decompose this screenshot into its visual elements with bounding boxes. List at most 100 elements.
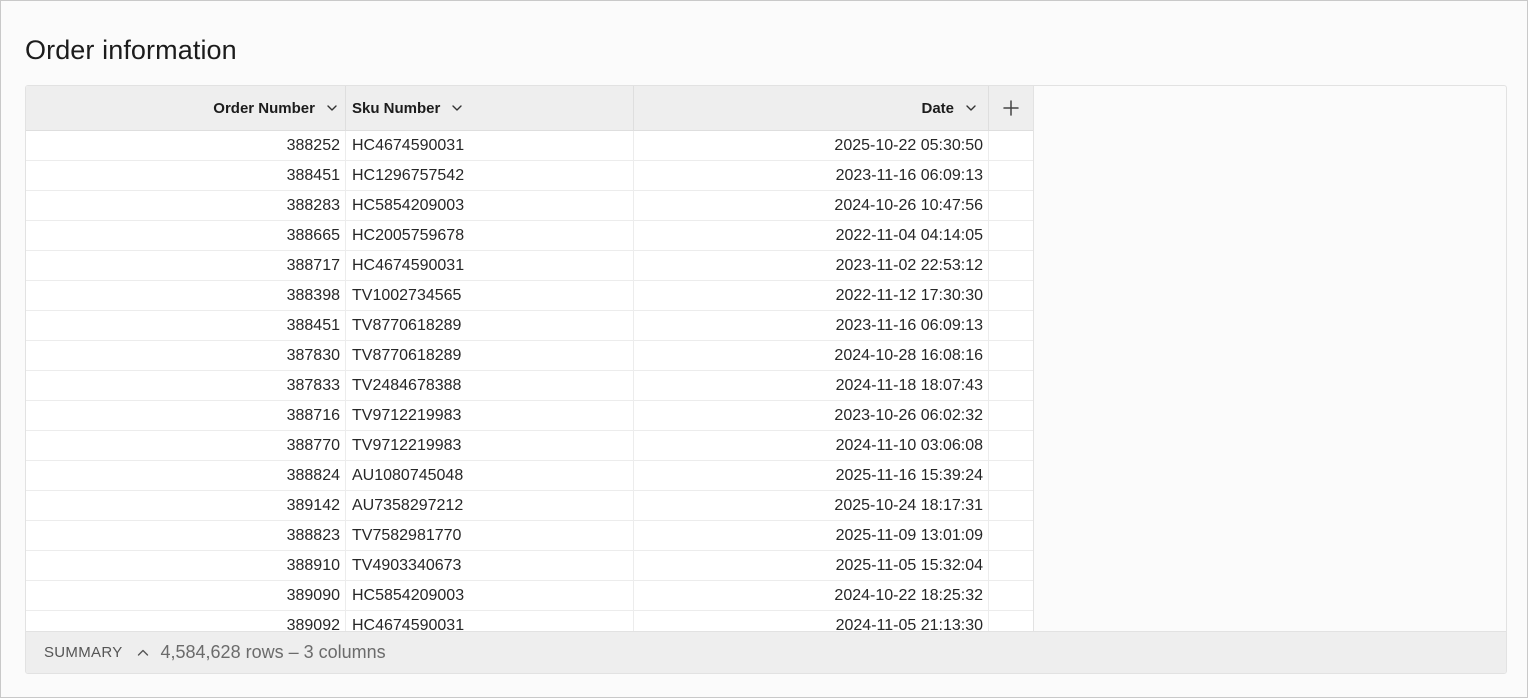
- date-cell[interactable]: 2022-11-12 17:30:30: [634, 281, 989, 311]
- date-cell[interactable]: 2024-10-26 10:47:56: [634, 191, 989, 221]
- empty-cell[interactable]: [989, 611, 1033, 631]
- date-cell[interactable]: 2025-11-16 15:39:24: [634, 461, 989, 491]
- table-row[interactable]: 388398 TV1002734565 2022-11-12 17:30:30: [26, 281, 1033, 311]
- table-row[interactable]: 388283 HC5854209003 2024-10-26 10:47:56: [26, 191, 1033, 221]
- empty-cell[interactable]: [989, 401, 1033, 431]
- order-number-cell[interactable]: 388717: [26, 251, 346, 281]
- empty-cell[interactable]: [989, 221, 1033, 251]
- table-row[interactable]: 388252 HC4674590031 2025-10-22 05:30:50: [26, 131, 1033, 161]
- table-row[interactable]: 388451 HC1296757542 2023-11-16 06:09:13: [26, 161, 1033, 191]
- sku-number-cell[interactable]: HC2005759678: [346, 221, 634, 251]
- order-number-cell[interactable]: 388824: [26, 461, 346, 491]
- date-cell[interactable]: 2024-10-22 18:25:32: [634, 581, 989, 611]
- chevron-down-icon[interactable]: [325, 101, 339, 115]
- empty-cell[interactable]: [989, 371, 1033, 401]
- workbook-element: Order information Order Number Sku Numbe…: [0, 0, 1528, 698]
- sku-number-cell[interactable]: HC1296757542: [346, 161, 634, 191]
- table-row[interactable]: 388665 HC2005759678 2022-11-04 04:14:05: [26, 221, 1033, 251]
- column-header-order-number[interactable]: Order Number: [26, 86, 346, 130]
- order-number-cell[interactable]: 388283: [26, 191, 346, 221]
- order-number-cell[interactable]: 388770: [26, 431, 346, 461]
- sku-number-cell[interactable]: HC5854209003: [346, 191, 634, 221]
- sku-number-cell[interactable]: HC4674590031: [346, 251, 634, 281]
- date-cell[interactable]: 2022-11-04 04:14:05: [634, 221, 989, 251]
- empty-cell[interactable]: [989, 251, 1033, 281]
- order-number-cell[interactable]: 389090: [26, 581, 346, 611]
- table-row[interactable]: 388770 TV9712219983 2024-11-10 03:06:08: [26, 431, 1033, 461]
- order-number-cell[interactable]: 388716: [26, 401, 346, 431]
- sku-number-cell[interactable]: TV7582981770: [346, 521, 634, 551]
- table-row[interactable]: 388451 TV8770618289 2023-11-16 06:09:13: [26, 311, 1033, 341]
- order-number-cell[interactable]: 387833: [26, 371, 346, 401]
- sku-number-cell[interactable]: HC4674590031: [346, 131, 634, 161]
- order-number-cell[interactable]: 388910: [26, 551, 346, 581]
- order-number-cell[interactable]: 388398: [26, 281, 346, 311]
- table-row[interactable]: 388716 TV9712219983 2023-10-26 06:02:32: [26, 401, 1033, 431]
- empty-cell[interactable]: [989, 131, 1033, 161]
- chevron-down-icon[interactable]: [450, 101, 464, 115]
- table-row[interactable]: 388910 TV4903340673 2025-11-05 15:32:04: [26, 551, 1033, 581]
- page-title: Order information: [25, 35, 237, 65]
- order-number-cell[interactable]: 388252: [26, 131, 346, 161]
- date-cell[interactable]: 2024-11-18 18:07:43: [634, 371, 989, 401]
- empty-cell[interactable]: [989, 281, 1033, 311]
- order-number-cell[interactable]: 389092: [26, 611, 346, 631]
- empty-cell[interactable]: [989, 161, 1033, 191]
- date-cell[interactable]: 2025-11-09 13:01:09: [634, 521, 989, 551]
- date-cell[interactable]: 2025-11-05 15:32:04: [634, 551, 989, 581]
- date-cell[interactable]: 2023-11-16 06:09:13: [634, 311, 989, 341]
- empty-cell[interactable]: [989, 581, 1033, 611]
- sku-number-cell[interactable]: HC4674590031: [346, 611, 634, 631]
- empty-cell[interactable]: [989, 341, 1033, 371]
- date-cell[interactable]: 2023-11-02 22:53:12: [634, 251, 989, 281]
- table-row[interactable]: 389090 HC5854209003 2024-10-22 18:25:32: [26, 581, 1033, 611]
- date-cell[interactable]: 2024-11-10 03:06:08: [634, 431, 989, 461]
- data-table: Order Number Sku Number Date 388252 HC46…: [25, 85, 1507, 674]
- add-column-button[interactable]: [989, 86, 1033, 130]
- sku-number-cell[interactable]: TV8770618289: [346, 311, 634, 341]
- table-row[interactable]: 389142 AU7358297212 2025-10-24 18:17:31: [26, 491, 1033, 521]
- order-number-cell[interactable]: 389142: [26, 491, 346, 521]
- table-row[interactable]: 387833 TV2484678388 2024-11-18 18:07:43: [26, 371, 1033, 401]
- date-cell[interactable]: 2025-10-24 18:17:31: [634, 491, 989, 521]
- table-row[interactable]: 387830 TV8770618289 2024-10-28 16:08:16: [26, 341, 1033, 371]
- order-number-cell[interactable]: 388451: [26, 311, 346, 341]
- empty-cell[interactable]: [989, 191, 1033, 221]
- table-row[interactable]: 389092 HC4674590031 2024-11-05 21:13:30: [26, 611, 1033, 631]
- empty-cell[interactable]: [989, 521, 1033, 551]
- table-header: Order Number Sku Number Date: [26, 86, 1033, 131]
- sku-number-cell[interactable]: AU1080745048: [346, 461, 634, 491]
- column-header-sku-number[interactable]: Sku Number: [346, 86, 634, 130]
- summary-bar: SUMMARY 4,584,628 rows – 3 columns: [26, 631, 1506, 673]
- date-cell[interactable]: 2024-11-05 21:13:30: [634, 611, 989, 631]
- sku-number-cell[interactable]: HC5854209003: [346, 581, 634, 611]
- order-number-cell[interactable]: 388665: [26, 221, 346, 251]
- table-row[interactable]: 388824 AU1080745048 2025-11-16 15:39:24: [26, 461, 1033, 491]
- sku-number-cell[interactable]: TV9712219983: [346, 431, 634, 461]
- chevron-up-icon[interactable]: [135, 645, 151, 661]
- table-row[interactable]: 388823 TV7582981770 2025-11-09 13:01:09: [26, 521, 1033, 551]
- order-number-cell[interactable]: 388823: [26, 521, 346, 551]
- table-grid: Order Number Sku Number Date 388252 HC46…: [26, 86, 1034, 631]
- date-cell[interactable]: 2025-10-22 05:30:50: [634, 131, 989, 161]
- sku-number-cell[interactable]: AU7358297212: [346, 491, 634, 521]
- sku-number-cell[interactable]: TV2484678388: [346, 371, 634, 401]
- empty-cell[interactable]: [989, 461, 1033, 491]
- date-cell[interactable]: 2023-10-26 06:02:32: [634, 401, 989, 431]
- sku-number-cell[interactable]: TV9712219983: [346, 401, 634, 431]
- date-cell[interactable]: 2024-10-28 16:08:16: [634, 341, 989, 371]
- table-row[interactable]: 388717 HC4674590031 2023-11-02 22:53:12: [26, 251, 1033, 281]
- empty-cell[interactable]: [989, 311, 1033, 341]
- column-header-label: Order Number: [213, 99, 315, 117]
- empty-cell[interactable]: [989, 551, 1033, 581]
- empty-cell[interactable]: [989, 491, 1033, 521]
- order-number-cell[interactable]: 387830: [26, 341, 346, 371]
- date-cell[interactable]: 2023-11-16 06:09:13: [634, 161, 989, 191]
- empty-cell[interactable]: [989, 431, 1033, 461]
- chevron-down-icon[interactable]: [964, 101, 978, 115]
- sku-number-cell[interactable]: TV4903340673: [346, 551, 634, 581]
- sku-number-cell[interactable]: TV1002734565: [346, 281, 634, 311]
- sku-number-cell[interactable]: TV8770618289: [346, 341, 634, 371]
- column-header-date[interactable]: Date: [634, 86, 989, 130]
- order-number-cell[interactable]: 388451: [26, 161, 346, 191]
